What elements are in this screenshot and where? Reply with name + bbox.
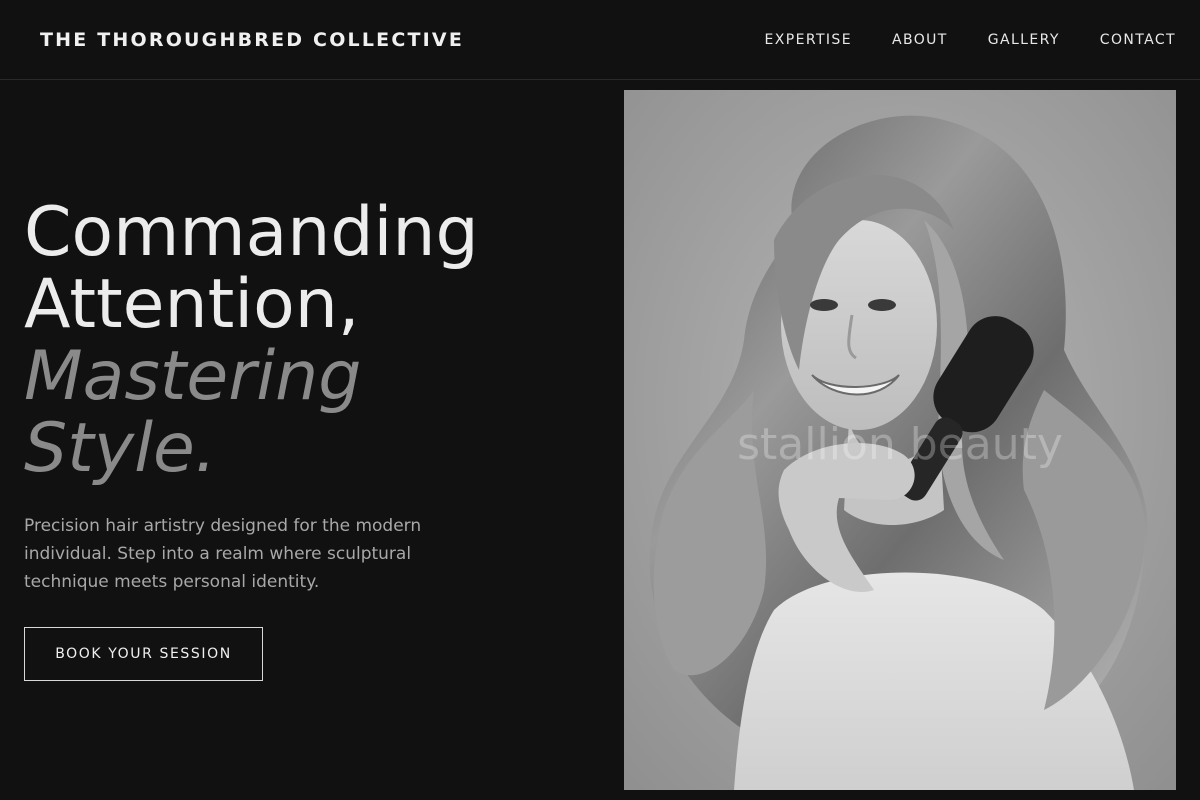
main-nav: EXPERTISE ABOUT GALLERY CONTACT <box>765 30 1176 50</box>
hero-title-accent-line-2: Style. <box>24 409 217 488</box>
hero-description: Precision hair artistry designed for the… <box>24 516 422 592</box>
portrait-illustration <box>624 90 1176 790</box>
brand-logo-link[interactable]: THE THOROUGHBRED COLLECTIVE <box>40 28 464 52</box>
hero-title-line-2: Attention, <box>24 265 360 344</box>
hero-title-accent-line-1: Mastering <box>24 337 362 416</box>
nav-link-contact[interactable]: CONTACT <box>1100 30 1176 50</box>
hero-portrait-photo: stallion beauty <box>624 90 1176 790</box>
site-header: THE THOROUGHBRED COLLECTIVE EXPERTISE AB… <box>0 0 1200 80</box>
hero-title: Commanding Attention, Mastering Style. <box>24 197 479 485</box>
nav-link-about[interactable]: ABOUT <box>892 30 948 50</box>
book-session-button[interactable]: BOOK YOUR SESSION <box>24 627 263 681</box>
nav-link-gallery[interactable]: GALLERY <box>988 30 1060 50</box>
hero-title-line-1: Commanding <box>24 193 479 272</box>
page: THE THOROUGHBRED COLLECTIVE EXPERTISE AB… <box>0 0 1200 800</box>
nav-link-expertise[interactable]: EXPERTISE <box>765 30 852 50</box>
